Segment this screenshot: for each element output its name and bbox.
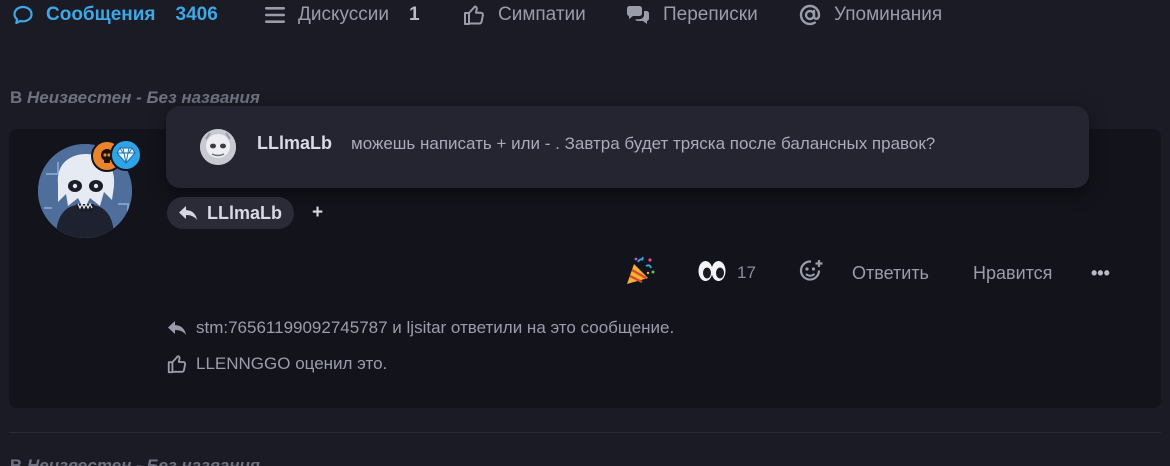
- tab-label: Дискуссии: [298, 4, 390, 25]
- tab-conversations[interactable]: Переписки: [625, 0, 758, 30]
- reaction-eyes-count: 17: [737, 263, 756, 282]
- popover-username[interactable]: LLlmaLb: [257, 133, 332, 154]
- tab-count: 3406: [175, 4, 218, 25]
- tab-label: Сообщения: [46, 4, 156, 25]
- reaction-party[interactable]: [624, 256, 656, 291]
- tab-label: Упоминания: [834, 4, 943, 25]
- more-icon: •••: [1091, 262, 1110, 283]
- like-label: Нравится: [973, 262, 1053, 283]
- reply-button[interactable]: Ответить: [852, 258, 929, 288]
- thumbs-up-icon: [462, 3, 486, 27]
- quote-plus: +: [312, 202, 324, 223]
- tab-likes[interactable]: Симпатии: [462, 0, 586, 30]
- likes-text[interactable]: LLENNGGO оценил это.: [196, 354, 387, 374]
- quote-preview-popover: LLlmaLb можешь написать + или - . Завтра…: [166, 106, 1089, 188]
- at-sign-icon: [798, 3, 822, 27]
- more-options-button[interactable]: •••: [1091, 258, 1110, 288]
- tab-count: 1: [409, 4, 420, 25]
- thread-prefix: В: [10, 88, 23, 107]
- diamond-badge-icon: [110, 139, 142, 171]
- tab-label: Переписки: [663, 4, 758, 25]
- replies-text[interactable]: stm:76561199092745787 и ljsitar ответили…: [196, 318, 674, 338]
- conversations-icon: [625, 4, 651, 26]
- like-button[interactable]: Нравится: [973, 258, 1052, 288]
- page: Сообщения 3406 Дискуссии 1 Симпатии Пере…: [0, 0, 1170, 466]
- tab-messages[interactable]: Сообщения 3406: [12, 0, 218, 30]
- thread-prefix: В: [10, 456, 23, 466]
- thumbs-up-icon: [166, 353, 188, 375]
- list-icon: [264, 5, 286, 25]
- replies-summary: stm:76561199092745787 и ljsitar ответили…: [166, 316, 674, 340]
- likes-summary: LLENNGGO оценил это.: [166, 352, 387, 376]
- tab-label: Симпатии: [498, 4, 586, 25]
- popover-avatar[interactable]: [200, 129, 236, 165]
- divider: [9, 432, 1161, 433]
- thread-heading: В Неизвестен - Без названия: [10, 456, 260, 466]
- reply-arrow-icon: [177, 204, 199, 222]
- tab-mentions[interactable]: Упоминания: [798, 0, 942, 30]
- eyes-icon: [697, 259, 727, 288]
- party-popper-icon: [624, 256, 656, 291]
- thread-heading: В Неизвестен - Без названия: [10, 88, 260, 108]
- add-reaction-icon: [798, 258, 824, 289]
- reply-arrow-icon: [166, 319, 188, 337]
- quote-username: LLlmaLb: [207, 202, 282, 223]
- thread-link[interactable]: Неизвестен - Без названия: [27, 456, 260, 466]
- add-reaction-button[interactable]: [798, 258, 824, 288]
- thread-link[interactable]: Неизвестен - Без названия: [27, 88, 260, 107]
- alerts-tabs: Сообщения 3406 Дискуссии 1 Симпатии Пере…: [0, 0, 1170, 30]
- tab-discussions[interactable]: Дискуссии 1: [264, 0, 420, 30]
- reply-label: Ответить: [852, 262, 929, 283]
- reaction-eyes[interactable]: 17: [697, 258, 756, 288]
- popover-message: можешь написать + или - . Завтра будет т…: [351, 134, 936, 153]
- speech-bubble-icon: [12, 4, 34, 26]
- quote-author-pill[interactable]: LLlmaLb: [167, 197, 294, 229]
